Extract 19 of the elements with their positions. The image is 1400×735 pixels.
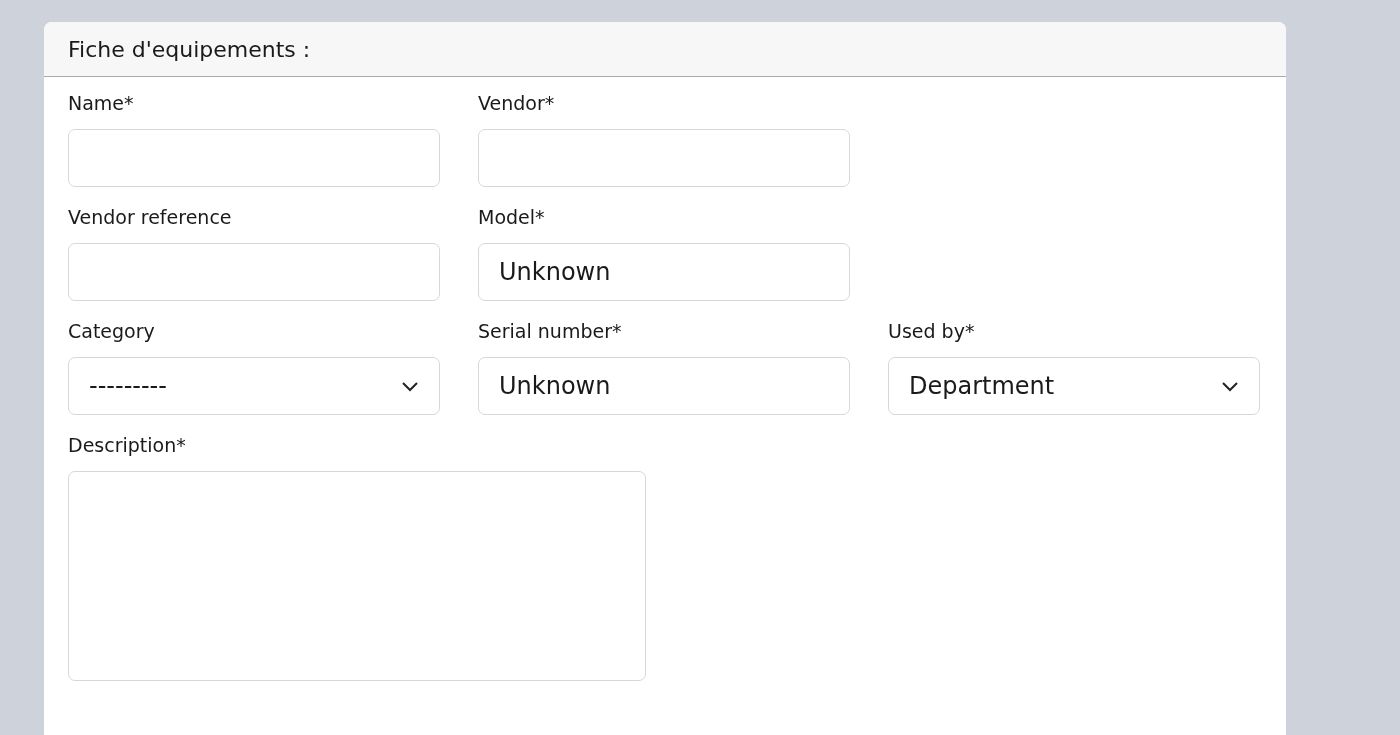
field-label: Used by* xyxy=(888,319,976,343)
field-label: Vendor reference xyxy=(68,205,233,229)
dropdown[interactable]: --------- xyxy=(68,357,440,415)
text-field[interactable]: Unknown xyxy=(478,243,850,301)
text-area[interactable] xyxy=(68,471,646,681)
field-label: Serial number* xyxy=(478,319,623,343)
text-field[interactable]: Unknown xyxy=(478,357,850,415)
text-field[interactable] xyxy=(68,129,440,187)
card-title: Fiche d'equipements : xyxy=(68,36,311,62)
dropdown[interactable]: Department xyxy=(888,357,1260,415)
text-field[interactable] xyxy=(478,129,850,187)
text-field[interactable] xyxy=(68,243,440,301)
chevron-down-icon xyxy=(1221,380,1239,392)
field-label: Name* xyxy=(68,91,135,115)
chevron-down-icon xyxy=(401,380,419,392)
field-label: Vendor* xyxy=(478,91,556,115)
field-label: Description* xyxy=(68,433,187,457)
field-label: Model* xyxy=(478,205,546,229)
field-label: Category xyxy=(68,319,156,343)
